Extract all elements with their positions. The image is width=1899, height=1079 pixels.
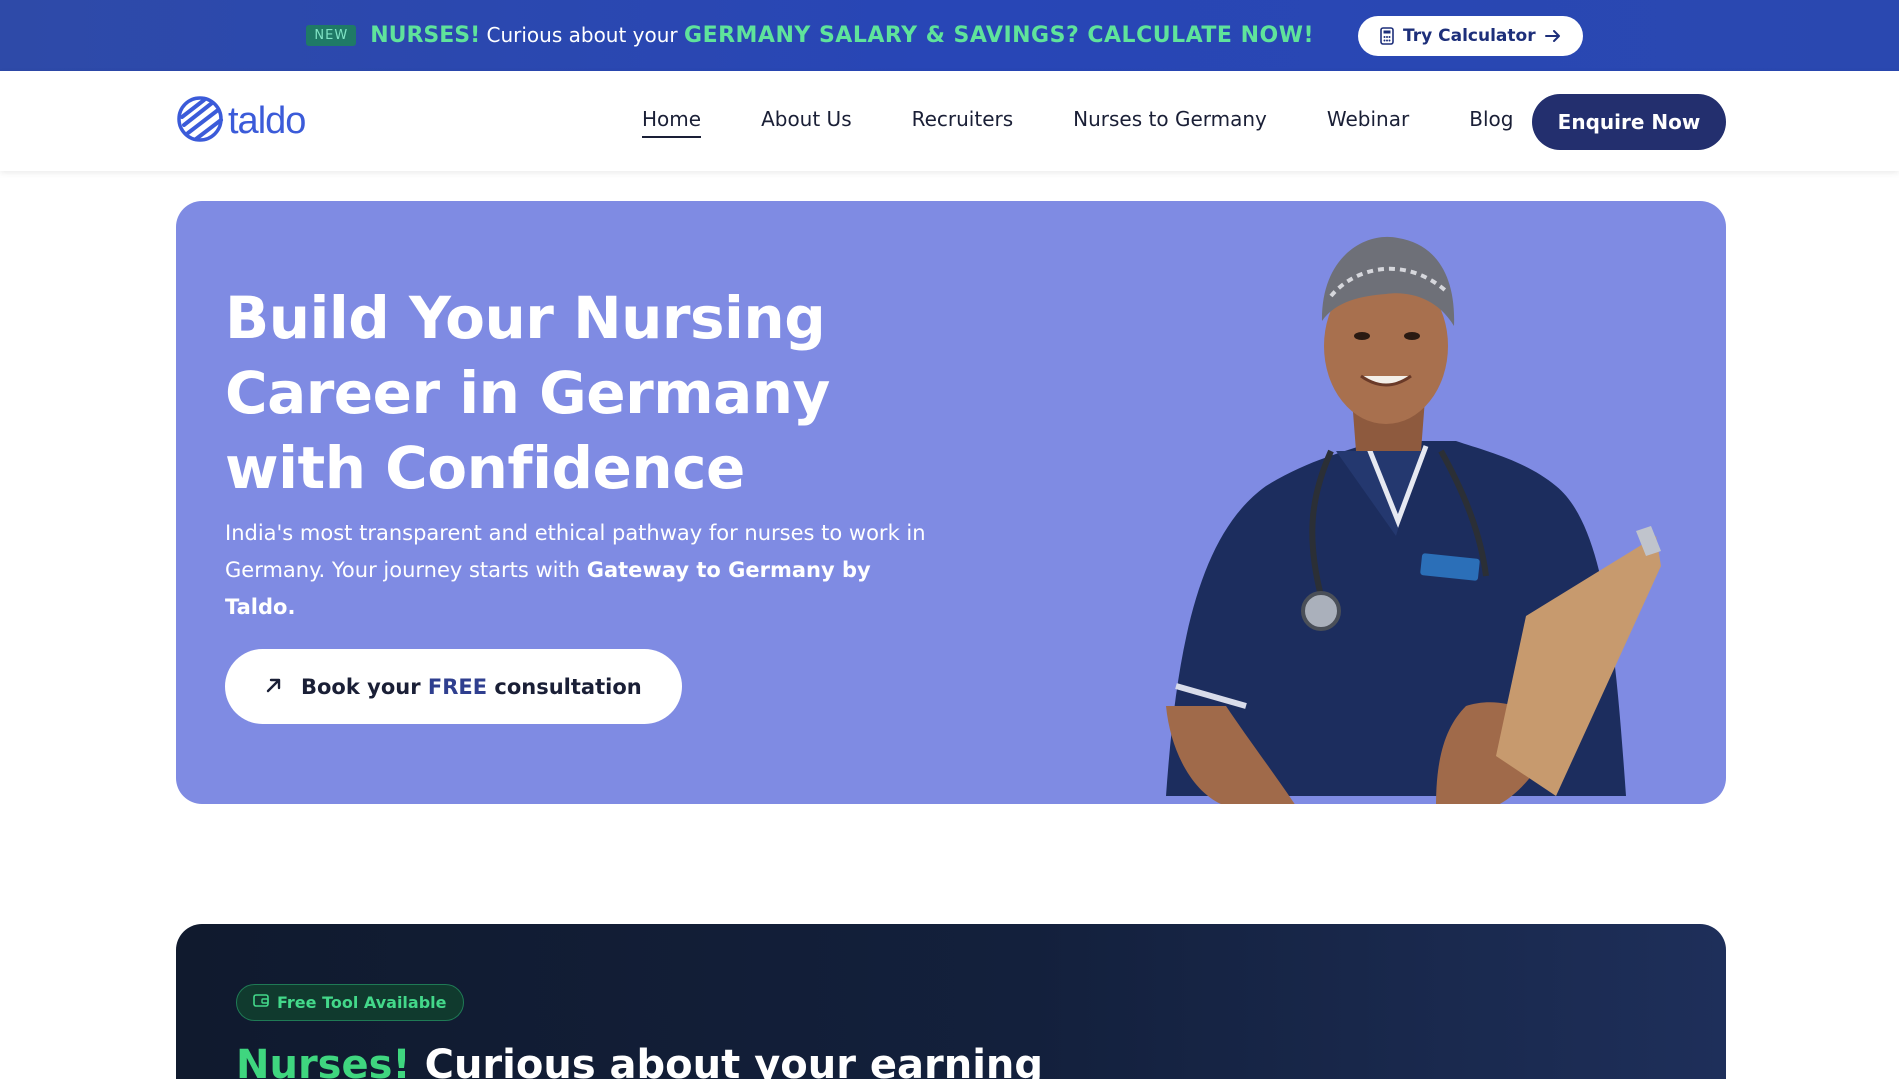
enquire-now-button[interactable]: Enquire Now [1532, 94, 1726, 150]
promo-highlight: GERMANY SALARY & SAVINGS? CALCULATE NOW! [684, 23, 1315, 48]
hero-section: Build Your Nursing Career in Germany wit… [176, 201, 1726, 804]
cta-free: FREE [427, 674, 488, 699]
tool-heading-rest: Curious about your earning [410, 1042, 1044, 1079]
tool-heading: Nurses! Curious about your earning [236, 1042, 1043, 1079]
new-badge: NEW [306, 25, 357, 46]
free-tool-badge: Free Tool Available [236, 984, 464, 1021]
navbar: taldo Home About Us Recruiters Nurses to… [0, 71, 1899, 171]
main-menu: Home About Us Recruiters Nurses to Germa… [642, 107, 1513, 138]
nav-webinar[interactable]: Webinar [1327, 107, 1409, 131]
arrow-right-icon [1544, 29, 1561, 43]
salary-tool-section: Free Tool Available Nurses! Curious abou… [176, 924, 1726, 1079]
nav-blog[interactable]: Blog [1469, 107, 1513, 131]
promo-middle: Curious about your [480, 23, 685, 47]
wallet-icon [253, 993, 269, 1012]
nav-nurses-to-germany[interactable]: Nurses to Germany [1073, 107, 1267, 131]
promo-nurses: NURSES! [370, 23, 481, 48]
try-calculator-label: Try Calculator [1403, 25, 1536, 46]
promo-text: NURSES! Curious about your GERMANY SALAR… [370, 23, 1314, 48]
tool-heading-green: Nurses! [236, 1042, 411, 1079]
promo-banner: NEW NURSES! Curious about your GERMANY S… [0, 0, 1899, 71]
nav-home[interactable]: Home [642, 107, 702, 138]
logo[interactable]: taldo [176, 95, 306, 147]
cta-label: Book your FREE consultation [301, 675, 642, 699]
hero-subtitle: India's most transparent and ethical pat… [225, 515, 945, 626]
logo-text: taldo [228, 99, 306, 142]
calculator-icon [1380, 26, 1394, 45]
hero-title: Build Your Nursing Career in Germany wit… [225, 284, 830, 502]
try-calculator-button[interactable]: Try Calculator [1358, 15, 1583, 56]
globe-logo-icon [176, 95, 224, 147]
nurse-image [1166, 236, 1661, 804]
book-consultation-button[interactable]: Book your FREE consultation [225, 649, 682, 724]
nav-about-us[interactable]: About Us [761, 107, 852, 131]
cta-suffix: consultation [487, 674, 642, 699]
free-tool-label: Free Tool Available [277, 993, 447, 1012]
cta-prefix: Book your [301, 674, 428, 699]
arrow-up-right-icon [265, 675, 283, 699]
nav-recruiters[interactable]: Recruiters [912, 107, 1014, 131]
